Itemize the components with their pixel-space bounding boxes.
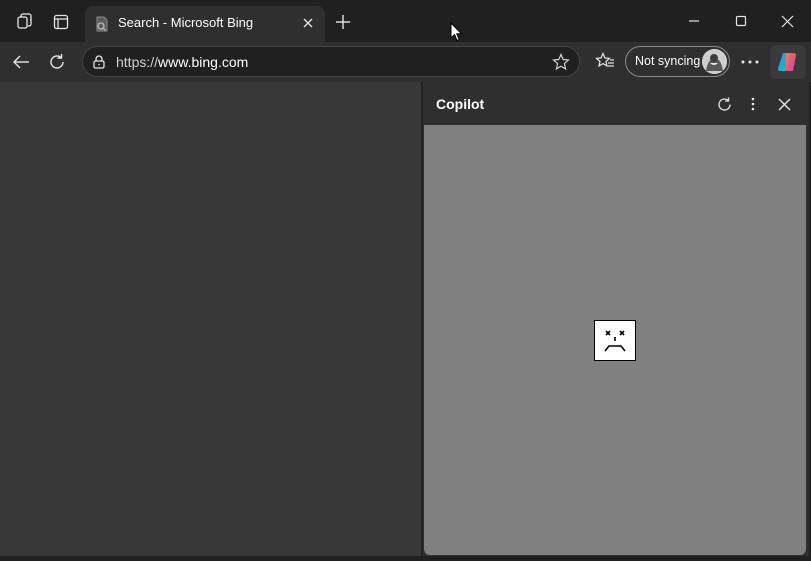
minimize-icon[interactable] (679, 8, 709, 34)
bing-favicon (93, 15, 111, 33)
url-text: https://www.bing.com (116, 54, 248, 70)
sidepane-content (424, 125, 806, 555)
url-scheme: https:// (116, 54, 159, 70)
tab-title: Search - Microsoft Bing (118, 15, 254, 30)
title-bar: Search - Microsoft Bing (0, 0, 811, 42)
close-icon[interactable] (772, 8, 802, 34)
back-arrow-icon[interactable] (8, 49, 34, 75)
address-bar[interactable]: https://www.bing.com (82, 46, 580, 77)
profile-label: Not syncing (635, 54, 701, 68)
sad-face-icon (594, 320, 636, 361)
url-host: www.bing.com (158, 54, 249, 70)
lock-icon[interactable] (91, 53, 107, 71)
copilot-sidepane: Copilot (423, 82, 809, 556)
close-icon[interactable] (774, 94, 794, 114)
more-vertical-icon[interactable] (743, 94, 763, 114)
refresh-icon[interactable] (714, 94, 734, 114)
mouse-cursor-icon (450, 22, 463, 42)
copilot-icon[interactable] (770, 45, 806, 79)
sidepane-header: Copilot (423, 82, 809, 125)
workspaces-icon[interactable] (12, 9, 38, 35)
page-content[interactable] (0, 82, 421, 556)
close-icon[interactable] (299, 14, 317, 32)
tab-actions-icon[interactable] (48, 9, 74, 35)
avatar (702, 49, 727, 74)
toolbar: https://www.bing.com Not syncing (0, 42, 811, 82)
favorites-icon[interactable] (593, 49, 617, 73)
refresh-icon[interactable] (44, 49, 70, 75)
tab-active[interactable]: Search - Microsoft Bing (85, 6, 325, 42)
maximize-icon[interactable] (726, 8, 756, 34)
more-horizontal-icon[interactable] (737, 49, 763, 75)
plus-icon[interactable] (331, 10, 355, 34)
star-icon[interactable] (551, 52, 571, 72)
profile-button[interactable]: Not syncing (625, 46, 730, 77)
sidepane-title: Copilot (436, 96, 485, 112)
